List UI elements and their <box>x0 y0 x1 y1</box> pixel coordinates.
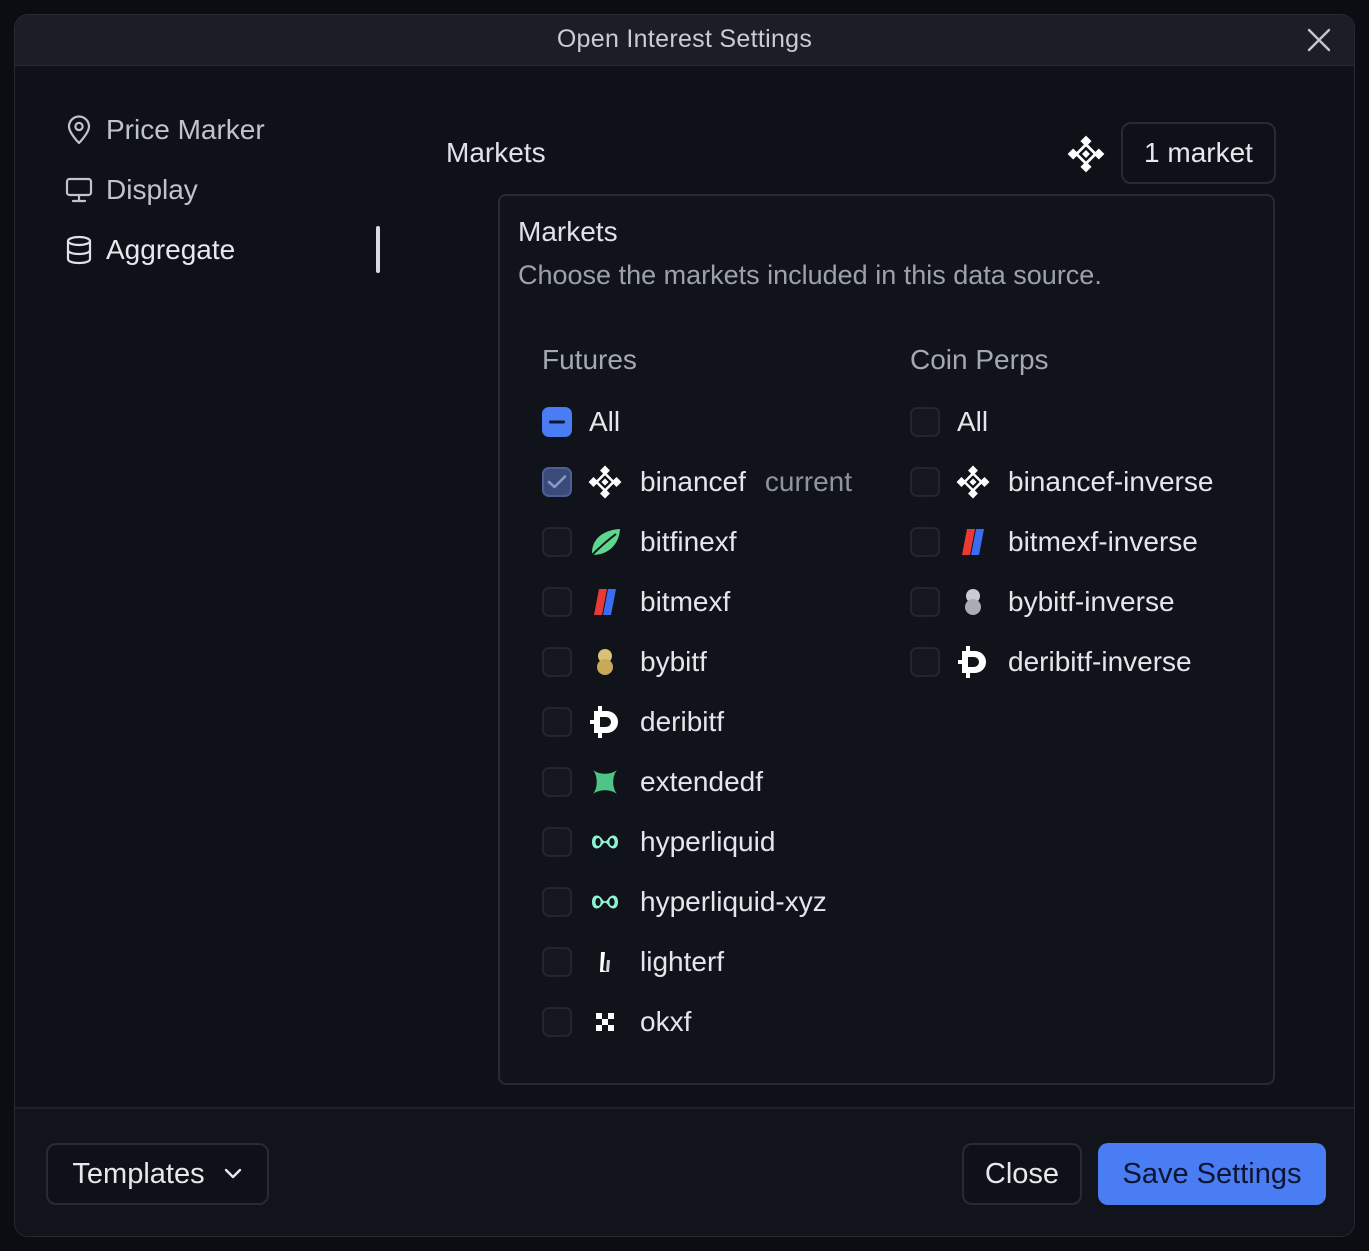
dialog-titlebar: Open Interest Settings <box>15 15 1354 66</box>
dialog-footer: Templates Close Save Settings <box>15 1107 1354 1236</box>
database-icon <box>63 234 95 266</box>
deribit-icon <box>956 645 990 679</box>
sidebar-item-label: Display <box>106 174 198 205</box>
markets-panel: Markets Choose the markets included in t… <box>498 194 1275 1085</box>
sidebar-active-indicator <box>376 226 380 273</box>
option-label: binancef <box>640 466 746 497</box>
close-button[interactable]: Close <box>962 1143 1082 1205</box>
coin-perps-heading: Coin Perps <box>910 344 1049 375</box>
current-tag: current <box>764 466 853 497</box>
market-option-extendedf[interactable]: extendedf <box>542 762 763 802</box>
option-label: All <box>589 406 621 437</box>
checkbox[interactable] <box>542 707 572 737</box>
market-selector-button[interactable]: 1 market <box>1121 122 1276 184</box>
checkbox[interactable] <box>910 467 940 497</box>
market-option-binancef-inverse[interactable]: binancef-inverse <box>910 462 1213 502</box>
market-option-okxf[interactable]: okxf <box>542 1002 691 1042</box>
binance-icon <box>1067 135 1105 173</box>
option-label: lighterf <box>640 946 725 977</box>
option-label: bitfinexf <box>640 526 737 557</box>
templates-dropdown-button[interactable]: Templates <box>46 1143 269 1205</box>
panel-subtitle: Choose the markets included in this data… <box>518 260 1102 290</box>
option-label: All <box>957 406 989 437</box>
sidebar-item-label: Price Marker <box>106 114 265 145</box>
sidebar-item-aggregate[interactable]: Aggregate <box>63 230 235 270</box>
binance-icon <box>588 465 622 499</box>
market-option-deribitf-inverse[interactable]: deribitf-inverse <box>910 642 1192 682</box>
chevron-down-icon <box>223 1168 243 1180</box>
templates-label: Templates <box>72 1157 205 1190</box>
panel-title: Markets <box>518 216 618 247</box>
monitor-icon <box>63 174 95 206</box>
sidebar-item-display[interactable]: Display <box>63 170 198 210</box>
dialog-title: Open Interest Settings <box>556 25 813 53</box>
market-option-hyperliquid-xyz[interactable]: hyperliquid-xyz <box>542 882 827 922</box>
hyperliquid-icon <box>588 885 622 919</box>
checkbox[interactable] <box>542 887 572 917</box>
market-option-hyperliquid[interactable]: hyperliquid <box>542 822 775 862</box>
market-option-bybitf-inverse[interactable]: bybitf-inverse <box>910 582 1175 622</box>
option-label: bitmexf <box>640 586 731 617</box>
hyperliquid-icon <box>588 825 622 859</box>
binance-icon <box>956 465 990 499</box>
extended-icon <box>588 765 622 799</box>
market-option-bitmexf-inverse[interactable]: bitmexf-inverse <box>910 522 1198 562</box>
checkbox[interactable] <box>542 587 572 617</box>
checkbox[interactable] <box>542 947 572 977</box>
deribit-icon <box>588 705 622 739</box>
bitmex-icon <box>956 525 990 559</box>
sidebar-item-price-marker[interactable]: Price Marker <box>63 110 265 150</box>
market-option-deribitf[interactable]: deribitf <box>542 702 724 742</box>
sidebar-item-label: Aggregate <box>106 234 236 265</box>
option-label: hyperliquid <box>640 826 776 857</box>
checkbox[interactable] <box>910 527 940 557</box>
option-label: deribitf <box>640 706 725 737</box>
save-settings-button[interactable]: Save Settings <box>1098 1143 1326 1205</box>
option-label: hyperliquid-xyz <box>640 886 827 917</box>
lighter-icon <box>588 945 622 979</box>
futures-heading: Futures <box>542 344 637 375</box>
checkbox[interactable] <box>542 767 572 797</box>
option-label: binancef-inverse <box>1008 466 1214 497</box>
option-label: okxf <box>640 1006 692 1037</box>
market-option-bybitf[interactable]: bybitf <box>542 642 707 682</box>
map-pin-icon <box>63 114 95 146</box>
option-label: bybitf-inverse <box>1008 586 1175 617</box>
markets-heading: Markets <box>446 137 546 168</box>
option-label: deribitf-inverse <box>1008 646 1192 677</box>
bybit-icon <box>588 645 622 679</box>
open-interest-settings-dialog: Open Interest Settings Price Marker Disp… <box>14 14 1355 1237</box>
checkbox[interactable] <box>910 587 940 617</box>
market-option-binancef[interactable]: binancef current <box>542 462 852 502</box>
coin-perps-all-checkbox[interactable]: All <box>910 402 988 442</box>
checkbox[interactable] <box>542 407 572 437</box>
checkbox[interactable] <box>542 527 572 557</box>
checkbox[interactable] <box>542 827 572 857</box>
close-icon[interactable] <box>1304 25 1334 55</box>
option-label: bitmexf-inverse <box>1008 526 1198 557</box>
futures-all-checkbox[interactable]: All <box>542 402 620 442</box>
market-option-bitmexf[interactable]: bitmexf <box>542 582 730 622</box>
checkbox[interactable] <box>910 407 940 437</box>
checkbox[interactable] <box>910 647 940 677</box>
option-label: bybitf <box>640 646 707 677</box>
market-option-bitfinexf[interactable]: bitfinexf <box>542 522 737 562</box>
bitfinex-leaf-icon <box>588 525 622 559</box>
option-label: extendedf <box>640 766 763 797</box>
market-option-lighterf[interactable]: lighterf <box>542 942 724 982</box>
checkbox[interactable] <box>542 467 572 497</box>
checkbox[interactable] <box>542 1007 572 1037</box>
bybit-icon <box>956 585 990 619</box>
checkbox[interactable] <box>542 647 572 677</box>
bitmex-icon <box>588 585 622 619</box>
okx-icon <box>588 1005 622 1039</box>
